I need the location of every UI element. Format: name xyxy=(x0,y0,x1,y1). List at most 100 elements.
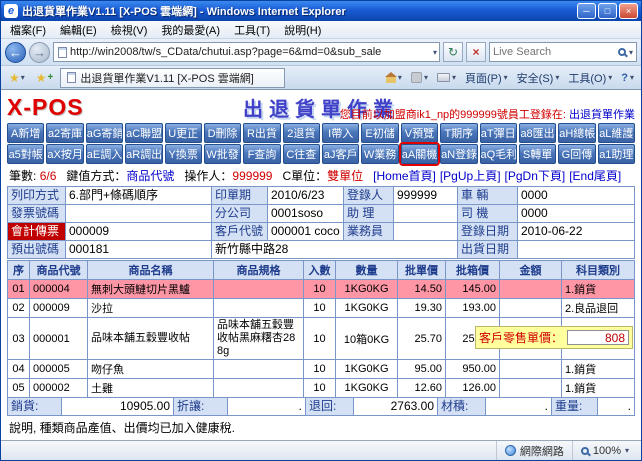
login-date-field[interactable]: 2010-06-22 xyxy=(518,223,635,241)
table-row[interactable]: 05 000002 土雞 10 1KG0KG 12.60 126.00 1.銷貨 xyxy=(7,378,635,398)
vehicle-field[interactable]: 0000 xyxy=(518,187,635,205)
unit-mode: C單位：雙單位 xyxy=(282,169,364,183)
menu-item[interactable]: 檢視(V) xyxy=(104,21,155,39)
menu-item[interactable]: 檔案(F) xyxy=(3,21,53,39)
toolbar-button[interactable]: S轉單 xyxy=(518,144,557,164)
toolbar-button[interactable]: aR調出 xyxy=(125,144,163,164)
driver-field[interactable]: 0000 xyxy=(518,205,635,223)
menu-item[interactable]: 工具(T) xyxy=(227,21,277,39)
nav-link[interactable]: [Home首頁] xyxy=(373,169,436,183)
toolbar-button[interactable]: R出貨 xyxy=(243,123,281,143)
plus-icon: + xyxy=(47,72,54,83)
search-dropdown-icon[interactable]: ▾ xyxy=(629,48,633,57)
print-mode-field[interactable]: 6.部門+條碼順序 xyxy=(66,187,212,205)
page-menu-button[interactable]: 頁面(P) ▾ xyxy=(462,69,511,87)
toolbar-button[interactable]: V預覽 xyxy=(400,123,439,143)
operator: 操作人：999999 xyxy=(184,169,273,183)
toolbar-button[interactable]: Y換票 xyxy=(164,144,202,164)
delivery-address-field[interactable]: 新竹縣中路28 xyxy=(212,241,458,259)
toolbar-button[interactable]: D刪除 xyxy=(203,123,242,143)
invoice-no-field[interactable] xyxy=(66,205,212,223)
tools-menu-button[interactable]: 工具(O) ▾ xyxy=(565,69,615,87)
nav-link[interactable]: [PgDn下頁] xyxy=(505,169,566,183)
login-info-page: 出退貨單作業 xyxy=(569,109,635,121)
table-row[interactable]: 02 000009 沙拉 10 1KG0KG 19.30 193.00 2.良品… xyxy=(7,298,635,318)
menu-item[interactable]: 說明(H) xyxy=(277,21,328,39)
nav-link[interactable]: [End尾頁] xyxy=(569,169,621,183)
close-button[interactable]: × xyxy=(619,3,638,19)
toolbar-button[interactable]: aH總帳 xyxy=(558,123,596,143)
toolbar-button[interactable]: E初儲 xyxy=(361,123,399,143)
refresh-button[interactable]: ↻ xyxy=(443,42,463,62)
back-button[interactable]: ← xyxy=(5,41,26,63)
toolbar-button[interactable]: aL維護 xyxy=(597,123,635,143)
home-button[interactable]: ▾ xyxy=(383,71,405,84)
toolbar-button[interactable]: a1助理 xyxy=(597,144,635,164)
search-box[interactable]: ▾ xyxy=(489,42,637,62)
zoom-control[interactable]: 100% ▾ xyxy=(571,441,637,460)
preorder-no-field[interactable]: 000181 xyxy=(66,241,212,259)
toolbar-button[interactable]: aX按月 xyxy=(46,144,84,164)
toolbar-button[interactable]: aN登錄 xyxy=(440,144,478,164)
toolbar-button[interactable]: aJ客戶 xyxy=(322,144,360,164)
zoom-dropdown-icon[interactable]: ▾ xyxy=(625,446,629,455)
toolbar-button[interactable]: G回傳 xyxy=(558,144,596,164)
sales-total-value: 10905.00 xyxy=(62,398,174,416)
branch-field[interactable]: 0001soso xyxy=(268,205,344,223)
ship-date-field[interactable] xyxy=(518,241,635,259)
toolbar-button[interactable]: aE調入 xyxy=(85,144,124,164)
nav-link[interactable]: [PgUp上頁] xyxy=(440,169,501,183)
col-amount: 金額 xyxy=(499,260,562,280)
toolbar-button[interactable]: 2退貨 xyxy=(282,123,320,143)
address-input[interactable]: http://win2008/tw/s_CData/chutui.asp?pag… xyxy=(53,42,440,62)
toolbar-button[interactable]: C往查 xyxy=(282,144,320,164)
add-favorite-button[interactable]: ★ + xyxy=(32,69,58,87)
toolbar-button[interactable]: aG寄銷 xyxy=(85,123,124,143)
tab-title: 出退貨單作業V1.11 [X-POS 雲端網] xyxy=(80,72,254,85)
customer-code-label: 客戶代號 xyxy=(212,223,268,241)
accounting-voucher-label: 會計傳票 xyxy=(8,223,66,241)
table-row[interactable]: 04 000005 吻仔魚 10 1KG0KG 95.00 950.00 1.銷… xyxy=(7,359,635,379)
assistant-field[interactable] xyxy=(394,205,458,223)
tab-active[interactable]: 出退貨單作業V1.11 [X-POS 雲端網] xyxy=(60,67,286,88)
preorder-no-label: 預出號碼 xyxy=(8,241,66,259)
menu-item[interactable]: 我的最愛(A) xyxy=(154,21,227,39)
toolbar-button[interactable]: T期序 xyxy=(440,123,478,143)
accounting-voucher-field[interactable]: 000009 xyxy=(66,223,212,241)
tab-page-icon xyxy=(67,72,77,83)
toolbar-button[interactable]: a8匯出 xyxy=(518,123,557,143)
table-row[interactable]: 01 000004 無刺大頭鰱切片黑鱸 10 1KG0KG 14.50 145.… xyxy=(7,279,635,299)
salesperson-field[interactable] xyxy=(394,223,458,241)
address-bar: ← → http://win2008/tw/s_CData/chutui.asp… xyxy=(1,39,641,66)
maximize-button[interactable]: □ xyxy=(598,3,617,19)
feeds-button[interactable]: ▾ xyxy=(408,71,431,84)
toolbar-button[interactable]: F查詢 xyxy=(243,144,281,164)
toolbar-button[interactable]: W業務 xyxy=(361,144,399,164)
address-dropdown-icon[interactable]: ▾ xyxy=(433,48,437,57)
toolbar-button[interactable]: U更正 xyxy=(164,123,202,143)
toolbar-button[interactable]: A新增 xyxy=(7,123,45,143)
help-button[interactable]: ? ▾ xyxy=(618,71,637,85)
print-button[interactable]: ▾ xyxy=(434,72,459,83)
toolbar-button[interactable]: I帶入 xyxy=(322,123,360,143)
toolbar-button[interactable]: W批發 xyxy=(203,144,242,164)
retail-price-input[interactable]: 808 xyxy=(567,330,629,345)
toolbar-button[interactable]: aQ毛利 xyxy=(479,144,517,164)
search-icon[interactable] xyxy=(617,48,626,56)
toolbar-button[interactable]: a5對帳 xyxy=(7,144,45,164)
toolbar-button[interactable]: a2寄庫 xyxy=(46,123,84,143)
toolbar-button[interactable]: aC聯盟 xyxy=(125,123,163,143)
search-input[interactable] xyxy=(493,46,615,58)
menu-item[interactable]: 編輯(E) xyxy=(53,21,104,39)
key-mode: 鍵值方式：商品代號 xyxy=(66,169,175,183)
customer-code-field[interactable]: 000001 coco xyxy=(268,223,344,241)
login-user-field[interactable]: 999999 xyxy=(394,187,458,205)
toolbar-button[interactable]: aA關機 xyxy=(398,142,441,166)
safety-menu-button[interactable]: 安全(S) ▾ xyxy=(514,69,563,87)
print-date-field[interactable]: 2010/6/23 xyxy=(268,187,344,205)
minimize-button[interactable]: ─ xyxy=(577,3,596,19)
stop-button[interactable]: × xyxy=(466,42,486,62)
favorites-button[interactable]: ★ ▾ xyxy=(5,69,29,87)
toolbar-button[interactable]: aT彈日 xyxy=(479,123,517,143)
forward-button[interactable]: → xyxy=(29,41,50,63)
